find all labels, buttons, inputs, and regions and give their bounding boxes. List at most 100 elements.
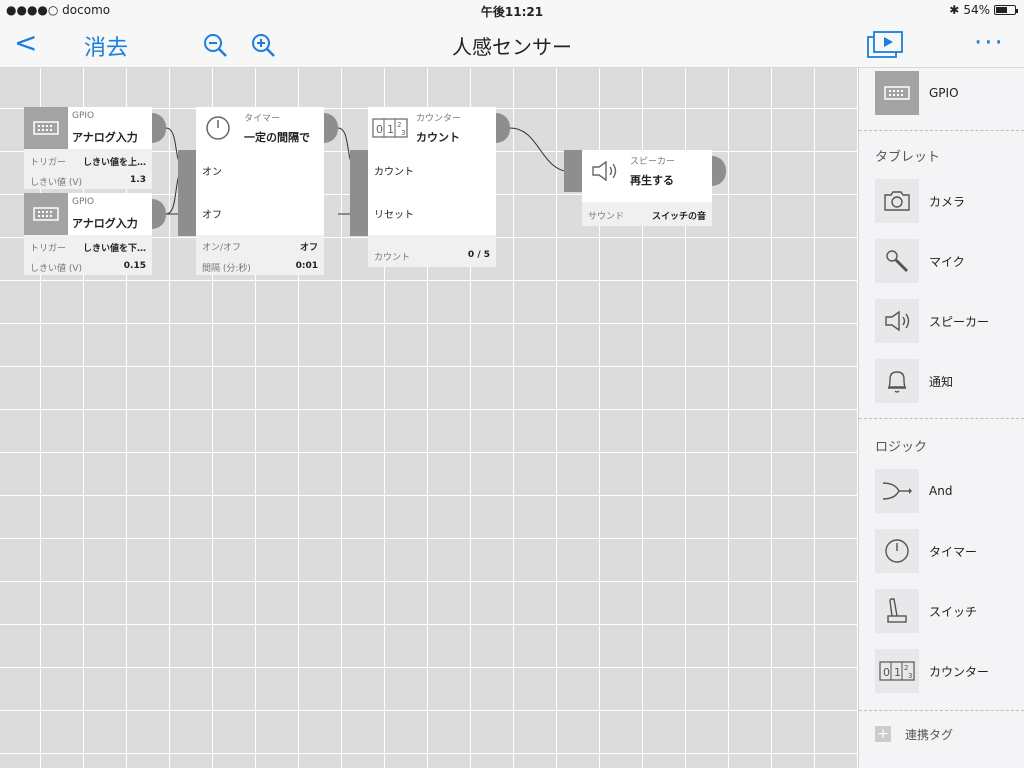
zoom-in-icon[interactable] <box>250 32 276 58</box>
trigger-value: しきい値を上… <box>82 158 146 168</box>
node-label: 一定の間隔で <box>244 131 310 144</box>
sidebar-item-timer[interactable]: タイマー <box>875 528 1015 574</box>
count-key: カウント <box>374 253 411 263</box>
sidebar-item-label: 通知 <box>929 374 954 389</box>
svg-text:0: 0 <box>883 666 890 679</box>
node-footer: カウント 0 / 5 <box>368 235 496 267</box>
timer-icon <box>875 529 919 573</box>
trigger-value: しきい値を下… <box>82 244 146 254</box>
node-kind: GPIO <box>72 111 95 121</box>
sidebar-item-mic[interactable]: マイク <box>875 238 1015 284</box>
interval-value: 0:01 <box>295 261 318 271</box>
timer-node[interactable]: タイマー 一定の間隔で オン オフ オン/オフ オフ 間隔 (分:秒) 0:01 <box>196 107 324 275</box>
sidebar-item-label: スピーカー <box>929 314 990 329</box>
threshold-value: 1.3 <box>130 175 146 185</box>
clock: 午後11:21 <box>480 5 544 19</box>
status-right: ✱ 54% <box>949 3 1018 17</box>
sound-value: スイッチの音 <box>651 212 706 222</box>
node-label: 再生する <box>630 174 674 187</box>
status-bar: ●●●●○ docomo 午後11:21 ✱ 54% <box>0 0 1024 20</box>
add-tag-label: 連携タグ <box>905 727 954 742</box>
svg-text:2: 2 <box>904 664 908 672</box>
counter-icon: 0123 <box>368 107 412 149</box>
section-tablet-heading: タブレット <box>875 150 941 165</box>
sidebar-item-label: タイマー <box>929 544 978 559</box>
input-port[interactable] <box>564 150 582 192</box>
node-footer: オン/オフ オフ 間隔 (分:秒) 0:01 <box>196 235 324 275</box>
battery-percent: 54% <box>963 3 990 17</box>
count-value: 0 / 5 <box>467 250 490 260</box>
bell-icon <box>875 359 919 403</box>
gpio-icon <box>24 193 68 235</box>
sound-key: サウンド <box>588 212 625 222</box>
input-reset-label: リセット <box>374 210 414 221</box>
component-sidebar: GPIO タブレット カメラ マイク スピーカー 通知 ロジック And タイマ… <box>858 68 1024 768</box>
svg-text:1: 1 <box>894 666 901 679</box>
sidebar-item-and[interactable]: And <box>875 468 1015 514</box>
more-button[interactable]: ··· <box>974 28 1005 58</box>
sidebar-item-label: カメラ <box>929 194 966 209</box>
gpio-icon <box>24 107 68 149</box>
sidebar-item-speaker[interactable]: スピーカー <box>875 298 1015 344</box>
interval-key: 間隔 (分:秒) <box>202 264 251 274</box>
camera-icon <box>875 179 919 223</box>
node-kind: カウンター <box>416 114 462 124</box>
add-tag-button[interactable]: + 連携タグ <box>875 712 1015 756</box>
microphone-icon <box>875 239 919 283</box>
threshold-value: 0.15 <box>123 261 146 271</box>
svg-text:1: 1 <box>387 123 394 136</box>
timer-icon <box>196 107 240 149</box>
threshold-key: しきい値 (V) <box>30 178 83 188</box>
node-footer: トリガー しきい値を下… しきい値 (V) 0.15 <box>24 235 152 275</box>
node-kind: スピーカー <box>630 157 676 167</box>
bluetooth-icon: ✱ <box>949 3 960 17</box>
svg-text:2: 2 <box>397 121 401 129</box>
sidebar-item-label: カウンター <box>929 664 990 679</box>
zoom-out-icon[interactable] <box>202 32 228 58</box>
back-button[interactable]: < <box>14 29 37 57</box>
counter-node[interactable]: 0123 カウンター カウント カウント リセット カウント 0 / 5 <box>368 107 496 267</box>
divider <box>859 710 1024 711</box>
input-count-label: カウント <box>374 167 414 178</box>
onoff-value: オフ <box>299 243 318 253</box>
sidebar-item-counter[interactable]: 0123 カウンター <box>875 648 1015 694</box>
sidebar-item-label: GPIO <box>929 86 959 100</box>
section-logic-heading: ロジック <box>875 440 928 455</box>
sidebar-item-label: マイク <box>929 254 965 269</box>
gpio-node-2[interactable]: GPIO アナログ入力 トリガー しきい値を下… しきい値 (V) 0.15 <box>24 193 152 275</box>
node-kind: タイマー <box>244 114 281 124</box>
plus-icon: + <box>875 726 891 742</box>
sidebar-item-camera[interactable]: カメラ <box>875 178 1015 224</box>
clear-button[interactable]: 消去 <box>84 30 128 62</box>
sidebar-item-label: And <box>929 484 953 498</box>
play-slideshow-icon[interactable] <box>866 29 906 59</box>
counter-icon: 0123 <box>875 649 919 693</box>
svg-text:3: 3 <box>908 672 912 680</box>
svg-text:3: 3 <box>401 129 405 137</box>
divider <box>859 130 1024 131</box>
sidebar-item-notification[interactable]: 通知 <box>875 358 1015 404</box>
input-off-label: オフ <box>202 210 222 221</box>
sidebar-item-label: スイッチ <box>929 604 978 619</box>
node-label: アナログ入力 <box>72 131 138 144</box>
switch-lever-icon <box>875 589 919 633</box>
trigger-key: トリガー <box>30 244 67 254</box>
speaker-icon <box>582 150 626 192</box>
speaker-icon <box>875 299 919 343</box>
sidebar-item-gpio[interactable]: GPIO <box>875 70 1015 116</box>
input-port[interactable] <box>178 150 196 236</box>
input-on-label: オン <box>202 167 222 178</box>
node-footer: トリガー しきい値を上… しきい値 (V) 1.3 <box>24 149 152 189</box>
flow-canvas[interactable]: GPIO アナログ入力 トリガー しきい値を上… しきい値 (V) 1.3 GPIO… <box>0 68 858 768</box>
svg-text:0: 0 <box>376 123 383 136</box>
input-port[interactable] <box>350 150 368 236</box>
nav-bar: < 消去 人感センサー ··· <box>0 20 1024 68</box>
speaker-node[interactable]: スピーカー 再生する サウンド スイッチの音 <box>582 150 712 226</box>
node-footer: サウンド スイッチの音 <box>582 202 712 226</box>
battery-icon <box>994 5 1018 15</box>
gpio-icon <box>875 71 919 115</box>
node-label: カウント <box>416 131 460 144</box>
sidebar-item-switch[interactable]: スイッチ <box>875 588 1015 634</box>
gpio-node-1[interactable]: GPIO アナログ入力 トリガー しきい値を上… しきい値 (V) 1.3 <box>24 107 152 189</box>
trigger-key: トリガー <box>30 158 67 168</box>
